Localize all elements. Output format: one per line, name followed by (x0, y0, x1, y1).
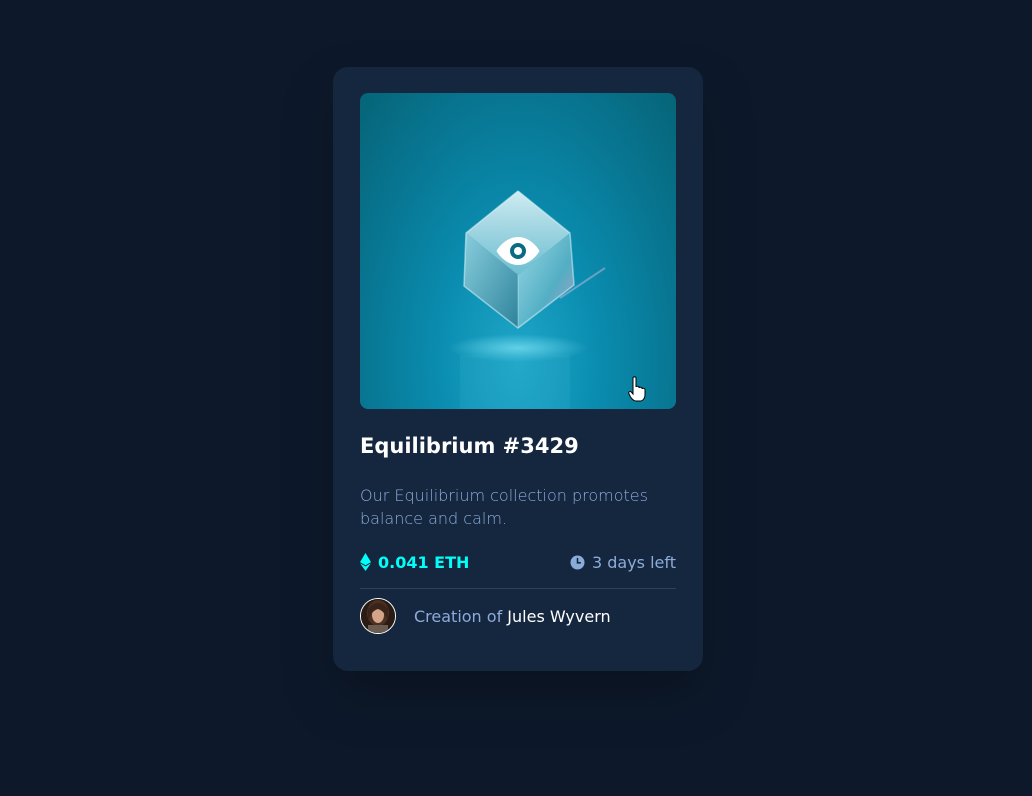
nft-preview-card: Equilibrium #3429 Our Equilibrium collec… (333, 67, 703, 671)
time-left-stat: 3 days left (570, 553, 676, 572)
nft-image[interactable] (360, 93, 676, 409)
creator-name-link[interactable]: Jules Wyvern (507, 607, 610, 626)
creator-prefix: Creation of (414, 606, 503, 626)
clock-icon (570, 555, 585, 569)
price-value: 0.041 ETH (378, 552, 470, 572)
creator-avatar (360, 598, 396, 634)
creator-row: Creation of Jules Wyvern (360, 598, 676, 634)
ethereum-icon (360, 553, 371, 571)
nft-description: Our Equilibrium collection promotes bala… (360, 486, 648, 528)
creator-credit: Creation of Jules Wyvern (414, 607, 611, 626)
hand-pointer-cursor-icon (628, 376, 646, 402)
time-left-value: 3 days left (591, 552, 676, 572)
nft-stats: 0.041 ETH 3 days left (360, 550, 676, 574)
nft-title[interactable]: Equilibrium #3429 (360, 431, 676, 461)
eye-icon (496, 237, 540, 265)
divider (360, 588, 676, 589)
avatar-portrait (361, 599, 395, 633)
price-stat: 0.041 ETH (360, 553, 469, 572)
